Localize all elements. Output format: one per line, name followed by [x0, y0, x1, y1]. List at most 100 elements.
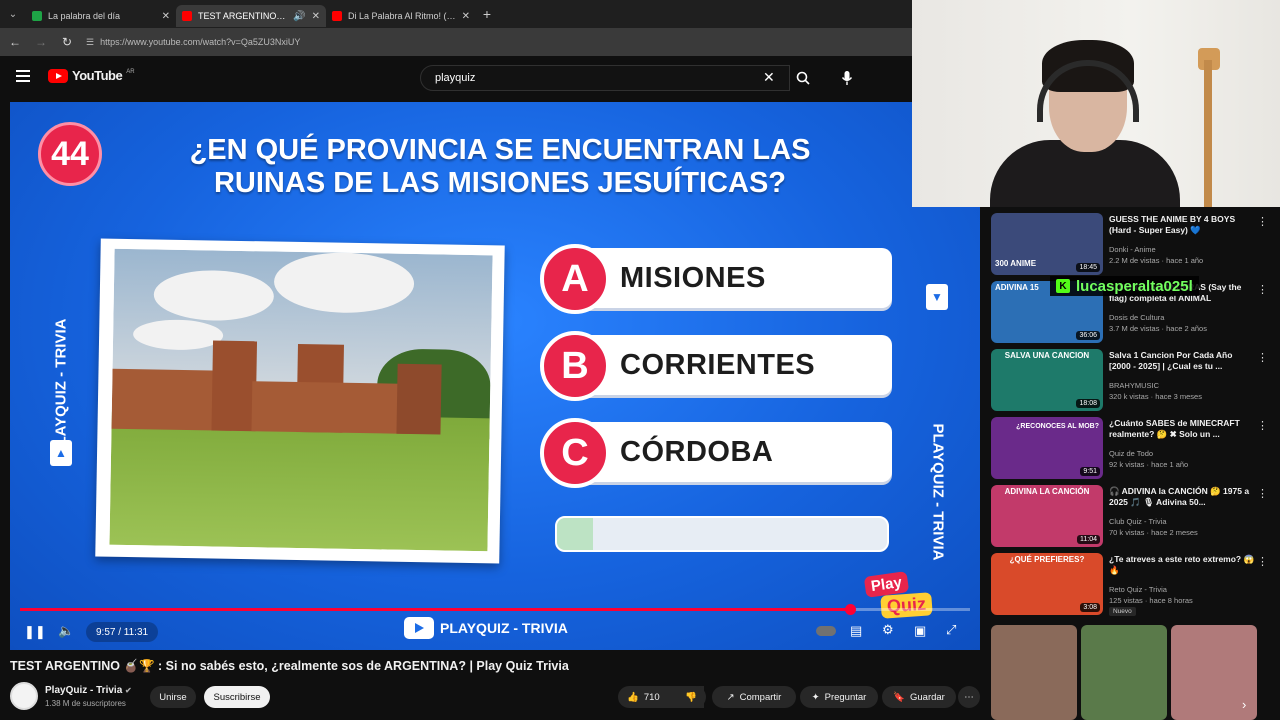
pause-icon[interactable]: ❚❚: [24, 624, 46, 640]
recommendation-thumbnail[interactable]: ADIVINA LA CANCIÓN 11:04: [991, 485, 1103, 547]
more-options-icon[interactable]: ⋮: [1257, 283, 1268, 296]
duration-badge: 11:04: [1077, 535, 1100, 544]
recommendation-thumbnail[interactable]: ¿QUÉ PREFIERES? 3:08: [991, 553, 1103, 615]
recommendation-channel: Club Quiz - Trivia: [1109, 517, 1167, 526]
tab-1-favicon-icon: [32, 11, 42, 21]
save-label: Guardar: [909, 691, 945, 703]
volume-icon[interactable]: 🔈: [58, 623, 74, 639]
channel-name[interactable]: PlayQuiz - Trivia ✔: [45, 685, 132, 696]
new-tab-button[interactable]: +: [476, 6, 498, 22]
answer-b: B CORRIENTES: [540, 331, 892, 401]
question-line-1: ¿EN QUÉ PROVINCIA SE ENCUENTRAN LAS: [189, 134, 811, 166]
recommendation-thumbnail[interactable]: ¿RECONOCES AL MOB? 9:51: [991, 417, 1103, 479]
recommendation-meta: 2.2 M de vistas · hace 1 año: [1109, 256, 1204, 265]
search-button[interactable]: [790, 65, 816, 91]
tab-2-audio-icon[interactable]: 🔊: [293, 11, 305, 22]
webcam-overlay: [912, 0, 1280, 207]
url-field[interactable]: ☰ https://www.youtube.com/watch?v=Qa5ZU3…: [86, 37, 300, 48]
youtube-logo[interactable]: YouTube AR: [48, 68, 135, 83]
answer-b-letter: B: [540, 331, 610, 401]
screen: ⌄ La palabra del día ✕ TEST ARGENTINO 🧉🏆…: [0, 0, 1280, 720]
guitar-neck: [1204, 60, 1212, 207]
thumbnail-text: ADIVINA LA CANCIÓN: [1004, 487, 1090, 496]
tab-3-close-icon[interactable]: ✕: [462, 11, 470, 22]
youtube-play-logo-icon: [48, 68, 68, 83]
more-actions-button[interactable]: ⋯: [958, 686, 980, 708]
address-bar: ← → ↻ ☰ https://www.youtube.com/watch?v=…: [0, 28, 912, 56]
more-options-icon[interactable]: ⋮: [1257, 555, 1268, 568]
video-progress-bar[interactable]: [20, 604, 970, 615]
player-controls: ❚❚ 🔈 9:57 / 11:31 PLAYQUIZ - TRIVIA ▤ ⚙ …: [10, 614, 980, 650]
thumbs-down-icon: 👎: [685, 691, 697, 703]
forward-arrow-icon[interactable]: →: [34, 35, 48, 49]
short-thumbnail[interactable]: [991, 625, 1077, 720]
miniplayer-icon[interactable]: ▣: [914, 623, 926, 639]
duration-badge: 18:08: [1076, 399, 1100, 408]
recommendation-thumbnail[interactable]: SALVA UNA CANCION 18:08: [991, 349, 1103, 411]
recommendation-item[interactable]: 300 ANIME 18:45 GUESS THE ANIME BY 4 BOY…: [991, 211, 1271, 277]
tab-1-close-icon[interactable]: ✕: [162, 11, 170, 22]
recommendation-title: 🎧 ADIVINA la CANCIÓN 🤔 1975 a 2025 🎵 🎙 A…: [1109, 486, 1250, 507]
share-button[interactable]: ↗ Compartir: [712, 686, 796, 708]
channel-chip[interactable]: PLAYQUIZ - TRIVIA: [404, 617, 568, 639]
duration-badge: 36:06: [1076, 331, 1100, 340]
channel-avatar[interactable]: [10, 682, 38, 710]
url-text: https://www.youtube.com/watch?v=Qa5ZU3Nx…: [100, 37, 301, 47]
recommendation-thumbnail[interactable]: 300 ANIME 18:45: [991, 213, 1103, 275]
tab-1-label: La palabra del día: [48, 11, 121, 21]
browser-tab-1[interactable]: La palabra del día ✕: [26, 5, 176, 27]
recommendation-item[interactable]: ¿RECONOCES AL MOB? 9:51 ¿Cuánto SABES de…: [991, 415, 1271, 481]
microphone-icon: [841, 71, 853, 85]
clear-search-icon[interactable]: ✕: [763, 69, 775, 86]
sparkle-icon: ✦: [811, 691, 820, 703]
voice-search-button[interactable]: [836, 65, 858, 91]
recommendation-title: Salva 1 Cancion Por Cada Año [2000 - 202…: [1109, 350, 1233, 371]
side-text-left: PLAYQUIZ - TRIVIA: [52, 318, 70, 456]
channel-chip-label: PLAYQUIZ - TRIVIA: [440, 620, 568, 636]
recommendation-item[interactable]: SALVA UNA CANCION 18:08 Salva 1 Cancion …: [991, 347, 1271, 413]
site-info-icon[interactable]: ☰: [86, 37, 94, 48]
more-options-icon[interactable]: ⋮: [1257, 419, 1268, 432]
back-arrow-icon[interactable]: ←: [8, 35, 22, 49]
more-options-icon[interactable]: ⋮: [1257, 215, 1268, 228]
streamer-username-overlay: K lucasperalta025l: [1050, 276, 1199, 296]
youtube-header: YouTube AR playquiz ✕: [0, 56, 912, 100]
dislike-button[interactable]: 👎: [676, 686, 706, 708]
answer-b-text: CORRIENTES: [620, 349, 816, 381]
video-player[interactable]: 44 ¿EN QUÉ PROVINCIA SE ENCUENTRAN LAS R…: [10, 102, 980, 650]
autoplay-toggle[interactable]: [816, 626, 836, 636]
timer-fill: [557, 518, 594, 550]
share-label: Compartir: [739, 691, 782, 703]
browser-tab-3[interactable]: Di La Palabra Al Ritmo! (Say Th ✕: [326, 5, 476, 27]
recommendation-item[interactable]: ¿QUÉ PREFIERES? 3:08 ¿Te atreves a este …: [991, 551, 1271, 617]
search-input[interactable]: playquiz: [420, 65, 790, 91]
settings-gear-icon[interactable]: ⚙: [882, 622, 894, 638]
question-line-2: RUINAS DE LAS MISIONES JESUÍTICAS?: [213, 167, 786, 199]
ask-button[interactable]: ✦ Preguntar: [800, 686, 878, 708]
subscribe-button[interactable]: Suscribirse: [204, 686, 270, 708]
progress-played: [20, 608, 851, 611]
recommendation-channel: Quiz de Todo: [1109, 449, 1154, 458]
chevron-right-icon[interactable]: ›: [1242, 697, 1246, 712]
short-thumbnail[interactable]: [1081, 625, 1167, 720]
recommendation-meta: 320 k vistas · hace 3 meses: [1109, 392, 1202, 401]
save-button[interactable]: 🔖 Guardar: [882, 686, 956, 708]
tab-search-chevron-icon[interactable]: ⌄: [0, 0, 26, 28]
more-options-icon[interactable]: ⋮: [1257, 351, 1268, 364]
fullscreen-icon[interactable]: ⤢: [946, 622, 956, 638]
question-text: ¿EN QUÉ PROVINCIA SE ENCUENTRAN LAS RUIN…: [140, 134, 860, 200]
answer-a-letter: A: [540, 244, 610, 314]
join-button[interactable]: Unirse: [150, 686, 196, 708]
recommendation-title: GUESS THE ANIME BY 4 BOYS (Hard - Super …: [1109, 214, 1236, 235]
reload-icon[interactable]: ↻: [60, 35, 74, 49]
menu-icon[interactable]: [16, 70, 30, 82]
recommendation-channel: Reto Quiz - Trivia: [1109, 585, 1167, 594]
recommendation-meta: 70 k vistas · hace 2 meses: [1109, 528, 1198, 537]
more-options-icon[interactable]: ⋮: [1257, 487, 1268, 500]
recommendation-item[interactable]: ADIVINA LA CANCIÓN 11:04 🎧 ADIVINA la CA…: [991, 483, 1271, 549]
tab-2-close-icon[interactable]: ✕: [312, 11, 320, 22]
browser-tab-2[interactable]: TEST ARGENTINO 🧉🏆 : S 🔊 ✕: [176, 5, 326, 27]
shorts-shelf: [991, 625, 1261, 720]
subtitles-icon[interactable]: ▤: [850, 623, 862, 639]
ask-label: Preguntar: [824, 691, 867, 703]
